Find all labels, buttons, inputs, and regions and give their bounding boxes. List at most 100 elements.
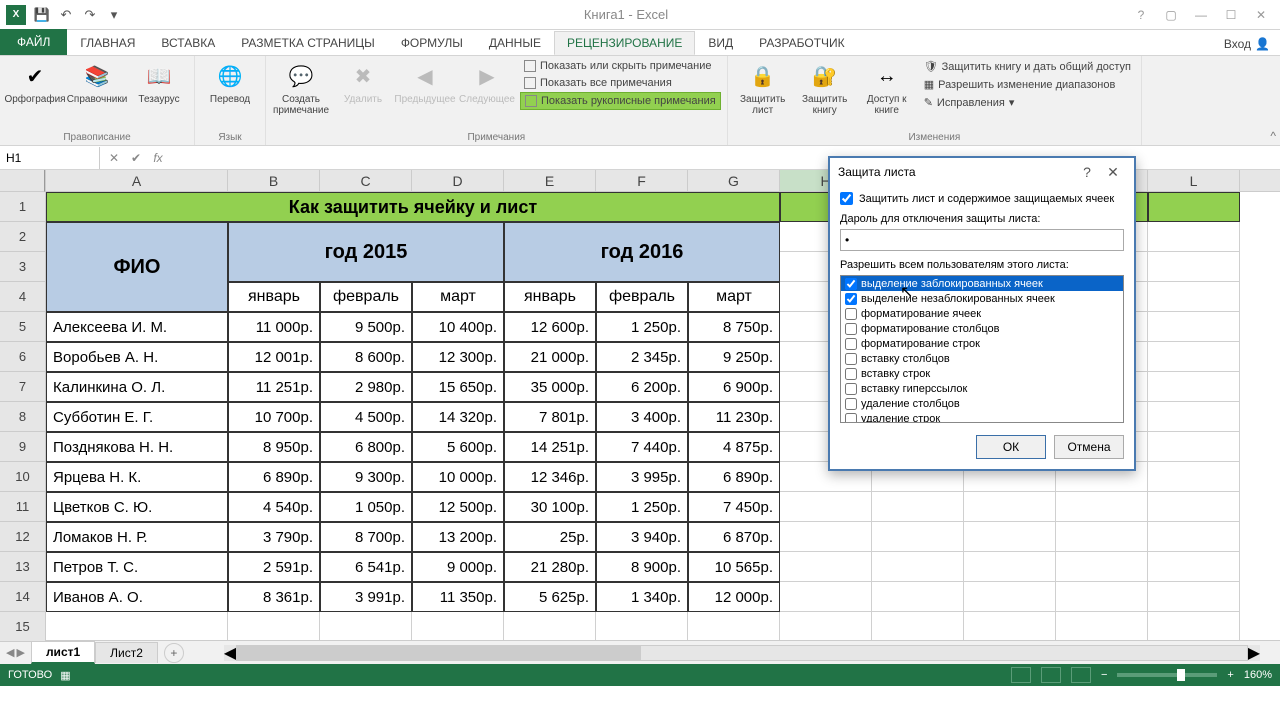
header-month[interactable]: март: [412, 282, 504, 312]
cell[interactable]: 6 541р.: [320, 552, 412, 582]
cell[interactable]: 4 540р.: [228, 492, 320, 522]
share-book-button[interactable]: ↔Доступ к книге: [858, 58, 916, 118]
permission-item[interactable]: удаление столбцов: [841, 396, 1123, 411]
permission-item[interactable]: вставку строк: [841, 366, 1123, 381]
scroll-thumb[interactable]: [237, 646, 641, 660]
cell[interactable]: [872, 612, 964, 640]
cell[interactable]: [1148, 552, 1240, 582]
cell[interactable]: Цветков С. Ю.: [46, 492, 228, 522]
thesaurus-button[interactable]: 📖Тезаурус: [130, 58, 188, 107]
cell[interactable]: [320, 612, 412, 640]
cell[interactable]: 1 250р.: [596, 312, 688, 342]
cell[interactable]: [1148, 192, 1240, 222]
cell[interactable]: 10 000р.: [412, 462, 504, 492]
row-head-5[interactable]: 5: [0, 312, 45, 342]
cell[interactable]: [412, 612, 504, 640]
cell[interactable]: 25р.: [504, 522, 596, 552]
collapse-ribbon-icon[interactable]: ^: [1270, 129, 1276, 143]
cell[interactable]: [872, 492, 964, 522]
cell[interactable]: 7 440р.: [596, 432, 688, 462]
permission-item[interactable]: форматирование строк: [841, 336, 1123, 351]
col-head-C[interactable]: C: [320, 170, 412, 191]
select-all-corner[interactable]: [0, 170, 45, 192]
cell[interactable]: 2 980р.: [320, 372, 412, 402]
tab-developer[interactable]: РАЗРАБОТЧИК: [746, 31, 858, 55]
cell[interactable]: 14 320р.: [412, 402, 504, 432]
cell[interactable]: 12 001р.: [228, 342, 320, 372]
col-head-D[interactable]: D: [412, 170, 504, 191]
cell[interactable]: 7 450р.: [688, 492, 780, 522]
permission-item[interactable]: вставку гиперссылок: [841, 381, 1123, 396]
cell[interactable]: 8 600р.: [320, 342, 412, 372]
cancel-formula-icon[interactable]: ✕: [104, 148, 124, 168]
row-head-3[interactable]: 3: [0, 252, 45, 282]
cell[interactable]: [780, 522, 872, 552]
cell[interactable]: 8 900р.: [596, 552, 688, 582]
name-box[interactable]: H1: [0, 147, 100, 169]
view-normal-icon[interactable]: [1011, 667, 1031, 683]
view-break-icon[interactable]: [1071, 667, 1091, 683]
add-sheet-button[interactable]: +: [164, 643, 184, 663]
cell[interactable]: [872, 552, 964, 582]
macro-icon[interactable]: ▦: [60, 669, 70, 682]
permission-item[interactable]: вставку столбцов: [841, 351, 1123, 366]
header-month[interactable]: февраль: [320, 282, 412, 312]
header-month[interactable]: март: [688, 282, 780, 312]
protect-share-button[interactable]: 🛡Защитить книгу и дать общий доступ: [920, 58, 1135, 75]
ok-button[interactable]: ОК: [976, 435, 1046, 459]
permission-item[interactable]: выделение незаблокированных ячеек: [841, 291, 1123, 306]
cell[interactable]: [1148, 252, 1240, 282]
zoom-level[interactable]: 160%: [1244, 669, 1272, 681]
ribbon-opts-icon[interactable]: ▢: [1156, 3, 1186, 27]
translate-button[interactable]: 🌐Перевод: [201, 58, 259, 107]
col-head-A[interactable]: A: [46, 170, 228, 191]
help-icon[interactable]: ?: [1126, 3, 1156, 27]
show-ink[interactable]: Показать рукописные примечания: [520, 92, 721, 110]
cell[interactable]: [1148, 282, 1240, 312]
cell[interactable]: 21 000р.: [504, 342, 596, 372]
tab-home[interactable]: ГЛАВНАЯ: [67, 31, 148, 55]
show-hide-comment[interactable]: Показать или скрыть примечание: [520, 58, 721, 74]
cell[interactable]: [964, 612, 1056, 640]
cell[interactable]: 3 995р.: [596, 462, 688, 492]
header-month[interactable]: январь: [228, 282, 320, 312]
qat-redo[interactable]: ↷: [78, 3, 102, 27]
dialog-help-icon[interactable]: ?: [1074, 161, 1100, 183]
tab-insert[interactable]: ВСТАВКА: [148, 31, 228, 55]
fx-icon[interactable]: fx: [148, 148, 168, 168]
cell[interactable]: [1148, 432, 1240, 462]
cell[interactable]: 11 251р.: [228, 372, 320, 402]
cell[interactable]: Как защитить ячейку и лист: [46, 192, 780, 222]
row-head-8[interactable]: 8: [0, 402, 45, 432]
cell[interactable]: 8 750р.: [688, 312, 780, 342]
minimize-icon[interactable]: —: [1186, 3, 1216, 27]
cell[interactable]: [1148, 342, 1240, 372]
sheet-nav-prev[interactable]: ◀: [6, 646, 14, 659]
cell[interactable]: 10 400р.: [412, 312, 504, 342]
cell[interactable]: 12 000р.: [688, 582, 780, 612]
cell[interactable]: Ярцева Н. К.: [46, 462, 228, 492]
enter-formula-icon[interactable]: ✔: [126, 148, 146, 168]
show-all-comments[interactable]: Показать все примечания: [520, 75, 721, 91]
zoom-out-icon[interactable]: −: [1101, 669, 1107, 681]
cell[interactable]: 6 890р.: [228, 462, 320, 492]
header-year1[interactable]: год 2015: [228, 222, 504, 282]
cell[interactable]: [780, 492, 872, 522]
cell[interactable]: [780, 612, 872, 640]
cell[interactable]: [964, 522, 1056, 552]
row-head-2[interactable]: 2: [0, 222, 45, 252]
cell[interactable]: [1056, 552, 1148, 582]
cell[interactable]: 9 250р.: [688, 342, 780, 372]
cell[interactable]: 9 000р.: [412, 552, 504, 582]
permission-item[interactable]: форматирование столбцов: [841, 321, 1123, 336]
tab-review[interactable]: РЕЦЕНЗИРОВАНИЕ: [554, 31, 695, 55]
col-head-B[interactable]: B: [228, 170, 320, 191]
scroll-right-icon[interactable]: ▶: [1248, 643, 1260, 663]
tab-page-layout[interactable]: РАЗМЕТКА СТРАНИЦЫ: [228, 31, 388, 55]
cell[interactable]: Петров Т. С.: [46, 552, 228, 582]
sheet-nav-next[interactable]: ▶: [16, 646, 24, 659]
cell[interactable]: [688, 612, 780, 640]
cell[interactable]: Калинкина О. Л.: [46, 372, 228, 402]
cell[interactable]: 6 900р.: [688, 372, 780, 402]
col-head-L[interactable]: L: [1148, 170, 1240, 191]
